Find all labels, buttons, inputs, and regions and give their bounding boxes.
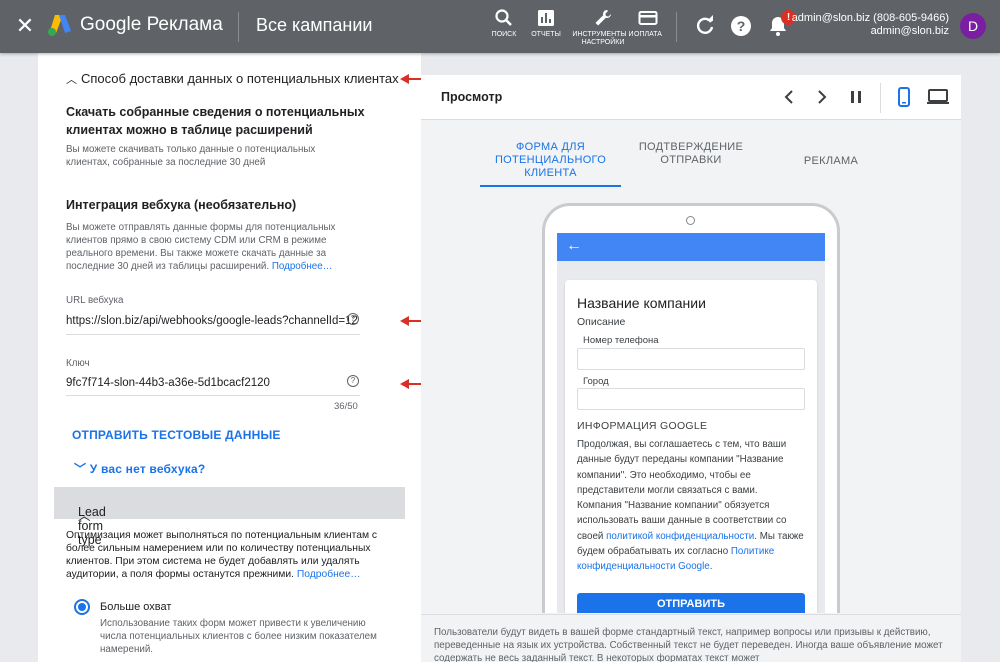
download-note: Вы можете скачивать только данные о поте… <box>66 144 316 168</box>
page-title: Все кампании <box>256 15 373 35</box>
close-icon[interactable]: ✕ <box>14 14 36 38</box>
help-icon[interactable]: ? <box>729 14 753 38</box>
tab-submit-confirmation[interactable]: ПОДТВЕРЖДЕНИЕ ОТПРАВКИ <box>631 141 751 167</box>
url-underline <box>66 334 360 335</box>
reports-icon <box>538 10 554 26</box>
divider <box>880 83 881 113</box>
desktop-device-icon[interactable] <box>926 87 950 107</box>
help-icon[interactable]: ? <box>347 375 359 387</box>
webhook-title: Интеграция вебхука (необязательно) <box>66 198 297 212</box>
svg-text:?: ? <box>737 18 746 34</box>
top-bar: ✕ Google Реклама Все кампании ПОИСК ОТЧЕ… <box>0 0 1000 53</box>
preview-title: Просмотр <box>441 90 503 104</box>
privacy-policy-link[interactable]: политикой конфиденциальности <box>606 531 754 542</box>
pause-icon[interactable] <box>846 87 866 107</box>
active-tab-indicator <box>480 185 621 187</box>
key-underline <box>66 395 360 396</box>
chevron-left-icon[interactable] <box>779 87 799 107</box>
key-char-counter: 36/50 <box>334 401 358 412</box>
preview-header: Просмотр <box>421 75 961 120</box>
delivery-section-toggle[interactable]: ︿ Способ доставки данных о потенциальных … <box>66 71 399 87</box>
preview-footer: Пользователи будут видеть в вашей форме … <box>421 614 961 662</box>
city-input[interactable] <box>577 388 805 410</box>
brand-name: Google Реклама <box>80 14 223 35</box>
help-icon[interactable]: ? <box>347 313 359 325</box>
more-reach-radio[interactable] <box>74 599 90 615</box>
chevron-up-icon: ︿ <box>66 74 77 86</box>
settings-panel: ︿ Способ доставки данных о потенциальных … <box>38 53 421 662</box>
divider <box>238 12 239 42</box>
back-arrow-icon[interactable]: ← <box>566 237 582 255</box>
wrench-icon <box>595 10 611 26</box>
mobile-device-icon[interactable] <box>894 87 914 107</box>
tab-ad[interactable]: РЕКЛАМА <box>781 155 881 168</box>
phone-camera <box>686 216 695 225</box>
key-input[interactable]: 9fc7f714-slon-44b3-a36e-5d1bcacf2120 <box>66 377 360 389</box>
billing-button[interactable]: ОПЛАТА <box>620 8 676 39</box>
tab-lead-form[interactable]: ФОРМА ДЛЯ ПОТЕНЦИАЛЬНОГО КЛИЕНТА <box>480 141 621 180</box>
submit-button[interactable]: ОТПРАВИТЬ <box>577 593 805 613</box>
refresh-icon[interactable] <box>693 14 717 38</box>
optimization-learn-more-link[interactable]: Подробнее… <box>297 569 361 580</box>
webhook-url-input[interactable]: https://slon.biz/api/webhooks/google-lea… <box>66 315 360 327</box>
download-title: Скачать собранные сведения о потенциальн… <box>66 105 365 137</box>
google-info-heading: ИНФОРМАЦИЯ GOOGLE <box>577 420 708 432</box>
webhook-description: Вы можете отправлять данные формы для по… <box>66 222 336 272</box>
account-info[interactable]: admin@slon.biz (808-605-9466) admin@slon… <box>792 12 949 38</box>
translation-note: Пользователи будут видеть в вашей форме … <box>434 627 943 662</box>
divider <box>676 12 677 42</box>
preview-panel: Просмотр ФОРМА ДЛЯ ПОТЕНЦИАЛЬНОГО КЛИЕНТ… <box>421 75 961 662</box>
form-description: Описание <box>577 316 626 328</box>
form-app-bar: ← <box>557 233 825 261</box>
preview-tabs: ФОРМА ДЛЯ ПОТЕНЦИАЛЬНОГО КЛИЕНТА ПОДТВЕР… <box>421 121 961 191</box>
no-webhook-toggle[interactable]: ﹀ У вас нет вебхука? <box>74 460 205 477</box>
google-ads-logo-icon <box>48 15 71 36</box>
chevron-down-icon: ﹀ <box>74 462 87 476</box>
search-icon <box>495 9 512 26</box>
reports-button[interactable]: ОТЧЕТЫ <box>518 8 574 39</box>
city-label: Город <box>583 376 609 387</box>
consent-text: Продолжая, вы соглашаетесь с тем, что ва… <box>577 439 804 573</box>
avatar[interactable]: D <box>960 13 986 39</box>
key-label: Ключ <box>66 358 90 369</box>
lead-form-type-toggle[interactable]: ︿ Lead form type <box>54 487 405 547</box>
more-reach-description: Использование таких форм может привести … <box>100 618 377 655</box>
url-label: URL вебхука <box>66 295 124 306</box>
more-reach-label[interactable]: Больше охват <box>100 601 171 613</box>
lead-form-card: Название компании Описание Номер телефон… <box>565 280 817 613</box>
billing-icon <box>638 11 658 25</box>
phone-mockup: ← Название компании Описание Номер телеф… <box>542 203 840 613</box>
company-name: Название компании <box>577 295 706 311</box>
webhook-learn-more-link[interactable]: Подробнее… <box>272 261 333 272</box>
phone-input[interactable] <box>577 348 805 370</box>
phone-screen: ← Название компании Описание Номер телеф… <box>557 233 825 613</box>
phone-label: Номер телефона <box>583 335 659 346</box>
send-test-data-button[interactable]: ОТПРАВИТЬ ТЕСТОВЫЕ ДАННЫЕ <box>72 428 281 442</box>
optimization-description: Оптимизация может выполняться по потенци… <box>66 530 378 580</box>
chevron-right-icon[interactable] <box>812 87 832 107</box>
